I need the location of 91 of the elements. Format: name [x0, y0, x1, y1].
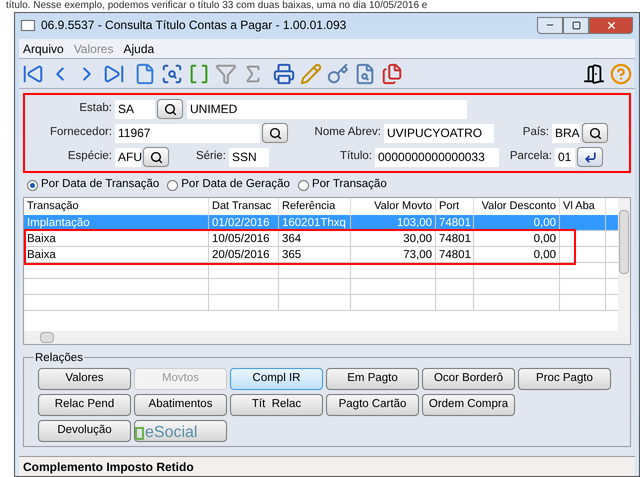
radio-button[interactable] [298, 180, 309, 190]
maximize-icon [572, 20, 580, 30]
table-cell: 74801 [439, 217, 471, 229]
radio-button[interactable] [167, 180, 178, 190]
relation-button[interactable]: Ordem Compra [422, 394, 515, 416]
table-cell: 74801 [439, 249, 471, 261]
search-icon [588, 126, 602, 140]
enter-icon [584, 150, 596, 164]
table-cell: 20/05/2016 [212, 249, 270, 261]
relation-button[interactable]: Compl IR [230, 368, 323, 390]
menu-item[interactable]: Arquivo [23, 40, 64, 58]
printer-icon[interactable] [273, 62, 295, 84]
text-field[interactable]: BRA [552, 124, 580, 142]
brackets-icon[interactable] [188, 62, 210, 84]
skip-forward-icon[interactable] [103, 62, 125, 84]
table-cell: 74801 [439, 233, 471, 245]
preview-icon[interactable] [161, 62, 183, 84]
document-icon[interactable] [134, 62, 156, 84]
table-cell: 10/05/2016 [212, 233, 270, 245]
pencil-icon[interactable] [300, 62, 322, 84]
table-cell: Baixa [27, 233, 56, 245]
table-cell: 0,00 [534, 217, 556, 229]
filter-icon[interactable] [215, 62, 237, 84]
search-icon [164, 102, 176, 116]
field-label: Estab: [78, 101, 113, 116]
close-button[interactable] [589, 16, 633, 34]
skip-back-icon[interactable] [22, 62, 44, 84]
field-label: Série: [194, 149, 227, 164]
table-cell: 365 [282, 249, 302, 261]
text-field[interactable]: 11967 [115, 124, 260, 142]
table-cell: 160201Thxq [282, 217, 346, 229]
field-label: Título: [339, 149, 373, 164]
files-icon[interactable] [381, 62, 403, 84]
relation-button[interactable]: Devolução [38, 420, 131, 442]
search-icon [150, 150, 162, 164]
radio-button[interactable] [27, 180, 38, 190]
table-cell: 0,00 [534, 233, 556, 245]
relation-button[interactable]: Proc Pagto [518, 368, 611, 390]
minimize-button[interactable] [537, 16, 563, 34]
table-cell: 01/02/2016 [212, 217, 270, 229]
esocial-logo-icon [135, 426, 144, 440]
vertical-scrollbar[interactable] [618, 198, 630, 331]
relation-button[interactable]: Em Pagto [326, 368, 419, 390]
search-button[interactable] [262, 123, 288, 143]
search-button[interactable] [582, 123, 608, 143]
text-field[interactable]: UVIPUCYOATRO [384, 124, 494, 142]
table-cell: 103,00 [396, 217, 432, 229]
relation-button[interactable]: Abatimentos [134, 394, 227, 416]
text-field[interactable]: SA [115, 100, 155, 118]
table-cell: 30,00 [403, 233, 432, 245]
app-icon [21, 20, 35, 30]
close-icon [606, 20, 616, 30]
table-row[interactable]: Baixa 20/05/2016 365 73,00 74801 0,00 [24, 247, 618, 263]
field-label: Espécie: [66, 149, 113, 164]
file-search-icon[interactable] [354, 62, 376, 84]
field-label: Fornecedor: [48, 125, 113, 140]
field-label: Parcela: [508, 149, 553, 164]
enter-button[interactable] [577, 147, 603, 167]
document-text: título. Nesse exemplo, podemos verificar o título 33 com duas baixas, uma no dia 10/05/2016 e [5, 0, 428, 12]
status-text: Complemento Imposto Retido [23, 458, 194, 476]
search-button[interactable] [143, 147, 169, 167]
menu-item[interactable]: Ajuda [123, 40, 154, 58]
relation-button[interactable]: Pagto Cartão [326, 394, 419, 416]
table-cell: 73,00 [403, 249, 432, 261]
text-field[interactable]: UNIMED [187, 100, 467, 118]
table-cell: Baixa [27, 249, 56, 261]
relation-button[interactable]: Relac Pend [38, 394, 131, 416]
table-row[interactable]: Baixa 10/05/2016 364 30,00 74801 0,00 [24, 231, 618, 247]
search-button[interactable] [157, 99, 183, 119]
radio-option[interactable]: Por Data de Transação [27, 176, 160, 194]
help-icon[interactable] [610, 62, 632, 84]
maximize-button[interactable] [563, 16, 589, 34]
table-cell: 364 [282, 233, 302, 245]
key-icon[interactable] [327, 62, 349, 84]
search-icon [268, 126, 282, 140]
text-field[interactable]: SSN [229, 148, 269, 166]
text-field[interactable]: 01 [555, 148, 575, 166]
field-label: País: [522, 125, 550, 140]
text-field[interactable]: AFU [115, 148, 141, 166]
text-field[interactable]: 0000000000000033 [375, 148, 499, 166]
relation-button[interactable]: Tít Relac [230, 394, 323, 416]
radio-option[interactable]: Por Transação [298, 176, 387, 194]
window-title: 06.9.5537 - Consulta Título Contas a Pagar - 1.00.01.093 [41, 17, 346, 34]
exit-icon[interactable] [583, 62, 605, 84]
table-cell: Implantação [27, 217, 90, 229]
relation-button[interactable]: Valores [38, 368, 131, 390]
relation-button[interactable]: Ocor Borderô [422, 368, 515, 390]
radio-option[interactable]: Por Data de Geração [167, 176, 290, 194]
field-label: Nome Abrev: [314, 125, 382, 140]
table-cell: 0,00 [534, 249, 556, 261]
horizontal-scrollbar[interactable] [24, 331, 630, 344]
